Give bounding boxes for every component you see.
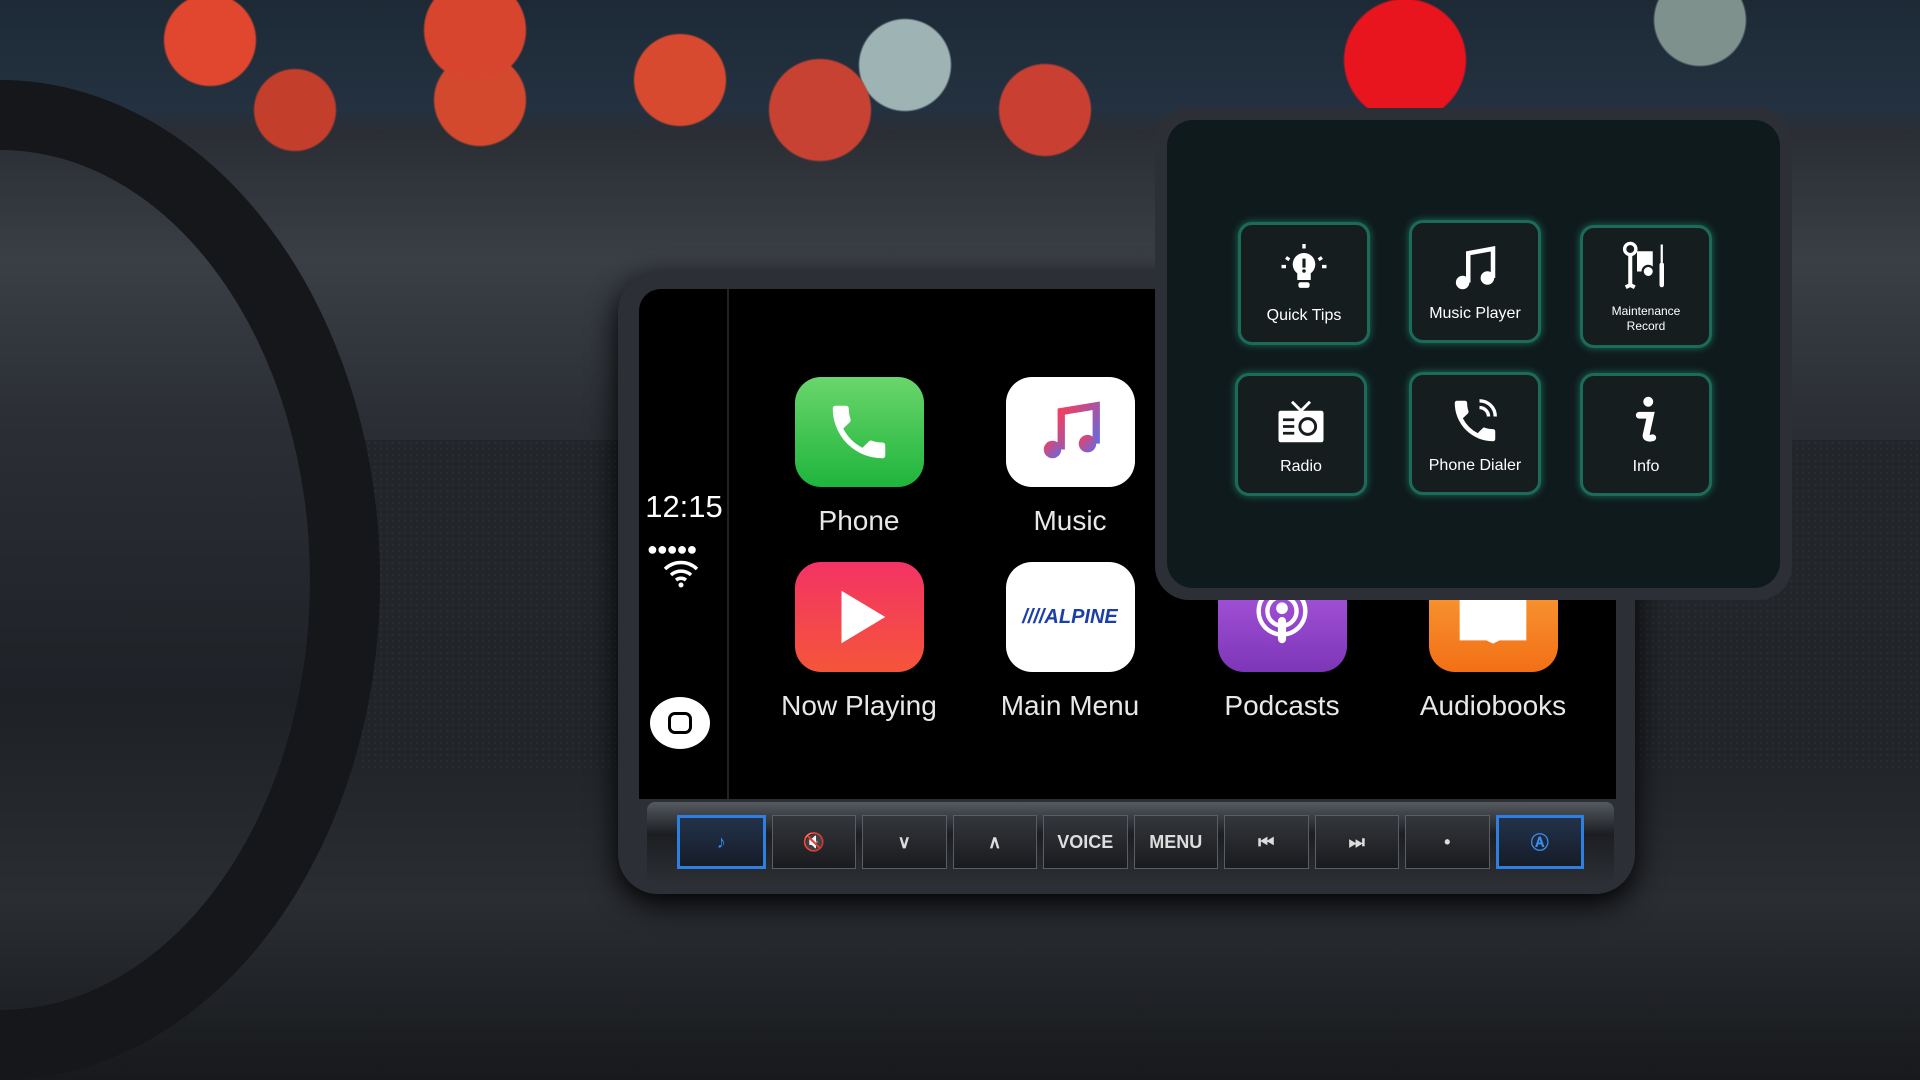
hardware-button-bar: ♪ 🔇 ∨ ∧ VOICE MENU ⏮ ⏭ • Ⓐ	[647, 802, 1614, 882]
music-note-icon	[1005, 377, 1135, 487]
knob-button[interactable]: •	[1405, 815, 1490, 869]
status-sidebar: 12:15 ●●●●●	[639, 289, 729, 799]
navigation-button[interactable]: Ⓐ	[1495, 815, 1584, 869]
music-note-icon	[1455, 246, 1496, 290]
menu-item-info[interactable]: Info	[1580, 373, 1712, 496]
menu-panel: Quick Tips Music Player Maintenance Reco…	[1167, 120, 1780, 588]
menu-popup: Quick Tips Music Player Maintenance Reco…	[1155, 108, 1792, 600]
app-music[interactable]: Music	[980, 377, 1160, 537]
wifi-icon	[663, 560, 699, 588]
phone-icon	[794, 377, 924, 487]
app-main-menu[interactable]: ////ALPINE Main Menu	[980, 562, 1160, 722]
maintenance-tools-icon	[1622, 241, 1664, 289]
music-source-button[interactable]: ♪	[677, 815, 766, 869]
menu-item-phone-dialer[interactable]: Phone Dialer	[1409, 372, 1541, 495]
phone-ringing-icon	[1454, 399, 1497, 442]
home-icon	[668, 712, 692, 734]
menu-item-music-player[interactable]: Music Player	[1409, 220, 1541, 343]
alpine-logo: ////ALPINE	[1022, 605, 1118, 628]
play-icon	[794, 562, 924, 672]
menu-button[interactable]: MENU	[1133, 815, 1218, 869]
radio-icon	[1278, 400, 1324, 443]
app-phone[interactable]: Phone	[769, 377, 949, 537]
signal-dots: ●●●●●	[647, 539, 697, 559]
app-now-playing[interactable]: Now Playing	[769, 562, 949, 722]
clock: 12:15	[645, 489, 723, 524]
previous-track-button[interactable]: ⏮	[1224, 815, 1309, 869]
voice-button[interactable]: VOICE	[1043, 815, 1128, 869]
volume-up-button[interactable]: ∧	[952, 815, 1037, 869]
volume-down-button[interactable]: ∨	[862, 815, 947, 869]
mute-button[interactable]: 🔇	[771, 815, 856, 869]
menu-item-maintenance-record[interactable]: Maintenance Record	[1580, 225, 1712, 348]
lightbulb-icon	[1281, 244, 1327, 288]
menu-item-quick-tips[interactable]: Quick Tips	[1238, 222, 1370, 345]
next-track-button[interactable]: ⏭	[1314, 815, 1399, 869]
info-icon	[1635, 396, 1657, 442]
home-button[interactable]	[650, 697, 710, 749]
menu-item-radio[interactable]: Radio	[1235, 373, 1367, 496]
alpine-logo-icon: ////ALPINE	[1005, 562, 1135, 672]
